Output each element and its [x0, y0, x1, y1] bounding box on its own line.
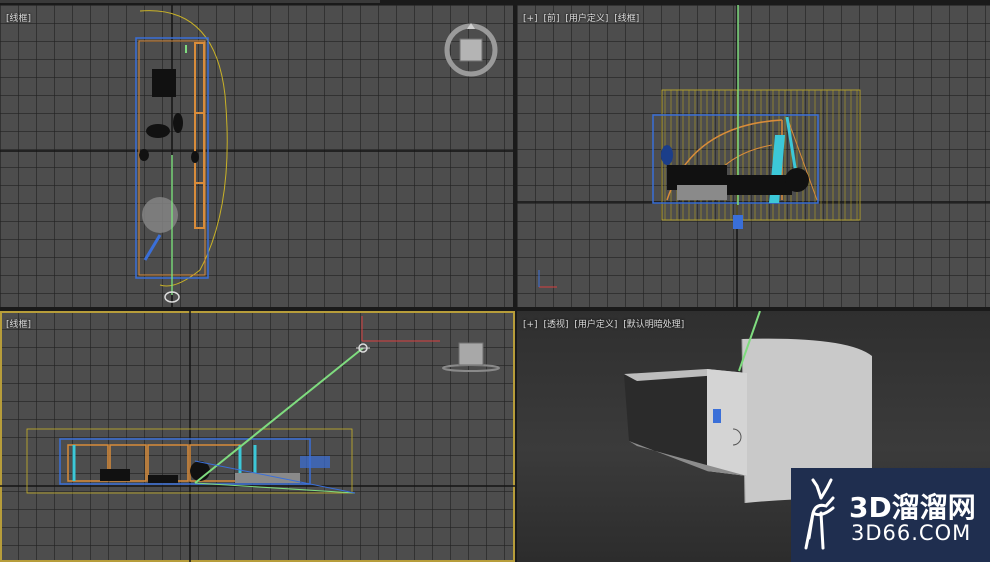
- watermark-logo: 3D溜溜网 3D66.COM: [791, 468, 990, 562]
- viewport-top-label[interactable]: [线框]: [6, 11, 34, 24]
- viewport-camera-label[interactable]: [用户定义]: [565, 14, 608, 24]
- viewport-view-label[interactable]: [透视]: [543, 320, 568, 330]
- viewport-front-label[interactable]: [+] [前] [用户定义] [线框]: [523, 11, 642, 24]
- viewport-front[interactable]: [+] [前] [用户定义] [线框]: [517, 5, 990, 307]
- camera-icon[interactable]: [0, 5, 513, 307]
- viewport-left-label[interactable]: [线框]: [6, 317, 34, 330]
- deer-logo-icon: [804, 478, 835, 550]
- viewport-plus-menu[interactable]: [+]: [523, 14, 538, 24]
- viewport-shading-label[interactable]: [默认明暗处理]: [623, 320, 684, 330]
- viewport-top[interactable]: [线框]: [0, 5, 513, 307]
- top-strip: [0, 0, 380, 3]
- viewport-camera-label[interactable]: [用户定义]: [574, 320, 617, 330]
- viewport-perspective-label[interactable]: [+] [透视] [用户定义] [默认明暗处理]: [523, 317, 687, 330]
- viewport-plus-menu[interactable]: [+]: [523, 320, 538, 330]
- watermark-site: 3D66.COM: [851, 521, 972, 545]
- viewport-view-label[interactable]: [前]: [543, 14, 559, 24]
- viewcube-icon[interactable]: [0, 311, 515, 562]
- viewport-left[interactable]: [线框]: [0, 311, 515, 562]
- viewport-mode-label[interactable]: [线框]: [6, 14, 31, 24]
- watermark-brand: 3D溜溜网: [849, 491, 976, 524]
- viewport-mode-label[interactable]: [线框]: [6, 320, 31, 330]
- axis-gizmo-icon: [538, 270, 557, 288]
- viewport-mode-label[interactable]: [线框]: [614, 14, 639, 24]
